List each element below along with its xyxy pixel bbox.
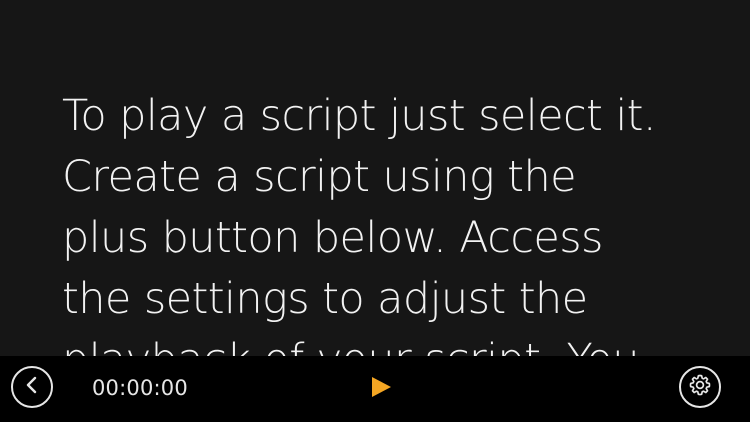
gear-icon bbox=[688, 373, 712, 401]
elapsed-time: 00:00:00 bbox=[92, 376, 188, 400]
settings-button[interactable] bbox=[679, 366, 721, 408]
script-text: To play a script just select it. Create … bbox=[62, 91, 657, 356]
teleprompter-screen: To play a script just select it. Create … bbox=[0, 0, 750, 422]
script-view[interactable]: To play a script just select it. Create … bbox=[0, 0, 750, 356]
play-icon bbox=[369, 375, 393, 403]
back-button[interactable] bbox=[11, 366, 53, 408]
play-button[interactable] bbox=[366, 374, 396, 404]
playback-toolbar: 00:00:00 bbox=[0, 356, 750, 422]
chevron-left-icon bbox=[24, 375, 40, 399]
